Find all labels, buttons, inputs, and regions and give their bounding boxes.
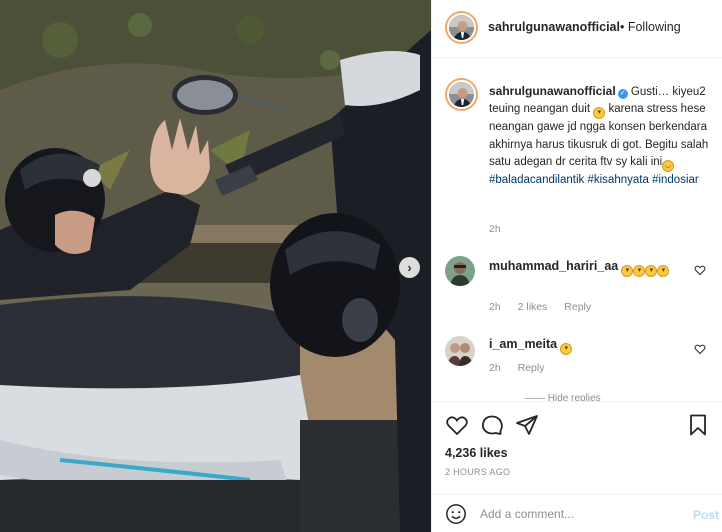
reply-button[interactable]: Reply — [518, 362, 545, 374]
hashtag-link[interactable]: #baladacandilantik — [489, 174, 584, 186]
commenter-avatar[interactable] — [445, 336, 475, 366]
laughing-emoji-icon: ▾ — [633, 265, 646, 277]
laughing-emoji-icon: ▾ — [645, 265, 658, 277]
hide-replies-button[interactable]: —— Hide replies — [525, 393, 601, 401]
caption-avatar-portrait — [449, 82, 474, 107]
caption-username[interactable]: sahrulgunawanofficial — [489, 84, 616, 98]
comment-username[interactable]: muhammad_hariri_aa — [489, 259, 618, 273]
comment-timestamp[interactable]: 2h — [489, 362, 501, 374]
hashtag-link[interactable]: #indosiar — [652, 174, 699, 186]
commenter-avatar[interactable] — [445, 256, 475, 286]
post-comment-button[interactable]: Post — [693, 508, 719, 522]
instagram-post-view: › sahrulgunawanofficial • Following sahr… — [0, 0, 722, 532]
caption-timestamp[interactable]: 2h — [489, 223, 501, 235]
comment-username[interactable]: i_am_meita — [489, 337, 557, 351]
commenter-avatar-portrait — [445, 256, 475, 286]
post-actions: 4,236 likes 2 HOURS AGO — [432, 401, 722, 494]
following-status[interactable]: • Following — [620, 20, 681, 34]
avatar-portrait — [449, 15, 474, 40]
post-side-panel: sahrulgunawanofficial • Following sahrul… — [431, 0, 722, 532]
comment-timestamp[interactable]: 2h — [489, 301, 501, 313]
comment-icon[interactable] — [480, 413, 504, 437]
post-caption: sahrulgunawanofficial ✓ Gusti… kiyeu2 teu… — [489, 83, 711, 189]
reply-button[interactable]: Reply — [564, 301, 591, 313]
laughing-emoji-icon: ▾ — [621, 265, 634, 277]
photo-illustration — [0, 0, 431, 532]
likes-count[interactable]: 4,236 likes — [445, 446, 508, 460]
like-comment-heart-icon[interactable] — [694, 343, 706, 355]
laughing-emoji-icon: ▾ — [657, 265, 670, 277]
author-avatar[interactable] — [445, 11, 478, 44]
heart-icon[interactable] — [445, 413, 469, 437]
smiling-emoji-icon: ◡ — [662, 159, 675, 172]
comment-likes-count[interactable]: 2 likes — [518, 301, 548, 313]
comments-scroll-area[interactable]: sahrulgunawanofficial ✓ Gusti… kiyeu2 teu… — [432, 59, 722, 401]
share-icon[interactable] — [515, 413, 539, 437]
author-username[interactable]: sahrulgunawanofficial — [488, 20, 620, 34]
commenter-avatar-portrait — [445, 336, 475, 366]
caption-author-avatar[interactable] — [445, 78, 478, 111]
comment-body: i_am_meita ▾ — [489, 336, 689, 355]
comment-body: muhammad_hariri_aa ▾ ▾ ▾ ▾ — [489, 258, 689, 277]
comment-meta: 2h 2 likes Reply — [489, 301, 605, 313]
emoji-icon[interactable] — [445, 503, 467, 525]
add-comment-bar: Post — [432, 494, 722, 532]
comment-input[interactable] — [480, 504, 670, 524]
bookmark-icon[interactable] — [686, 413, 710, 437]
like-comment-heart-icon[interactable] — [694, 264, 706, 276]
grinning-emoji-icon: ▾ — [593, 107, 606, 120]
post-timestamp[interactable]: 2 HOURS AGO — [445, 467, 510, 477]
verified-badge-icon: ✓ — [617, 89, 628, 99]
next-photo-button[interactable]: › — [399, 257, 420, 278]
grinning-emoji-icon: ▾ — [560, 343, 573, 355]
post-photo[interactable]: › — [0, 0, 431, 532]
hashtag-link[interactable]: #kisahnyata — [587, 174, 648, 186]
comment-meta: 2h Reply — [489, 362, 558, 374]
post-header: sahrulgunawanofficial • Following — [432, 0, 722, 58]
chevron-right-icon: › — [407, 260, 412, 275]
